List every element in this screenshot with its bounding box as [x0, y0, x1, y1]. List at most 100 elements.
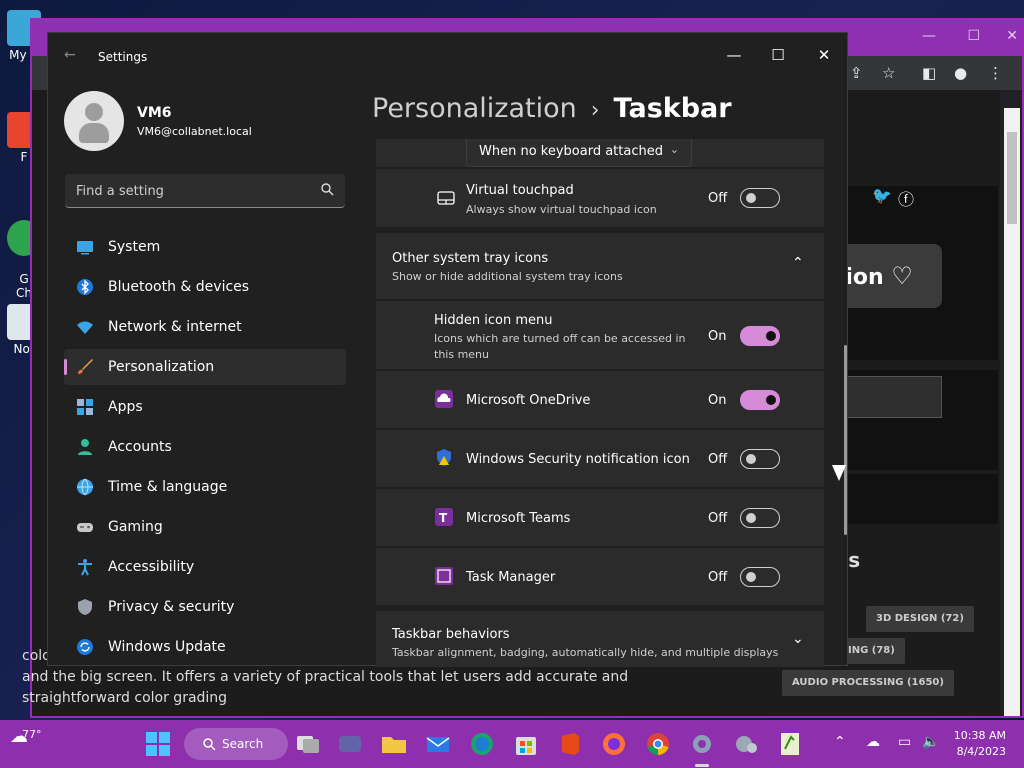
nav-item-network[interactable]: Network & internet — [64, 309, 346, 345]
tag-audio-processing[interactable]: AUDIO PROCESSING (1650) — [782, 670, 954, 696]
start-button[interactable] — [144, 730, 172, 758]
maximize-button[interactable]: ☐ — [967, 28, 980, 44]
chevron-down-icon: ⌄ — [669, 143, 679, 156]
control-panel-icon[interactable] — [732, 730, 760, 758]
settings-search-input[interactable]: Find a setting — [65, 174, 345, 208]
chrome-icon[interactable] — [644, 730, 672, 758]
star-icon[interactable]: ☆ — [882, 64, 895, 82]
notepad-plus-icon[interactable] — [776, 730, 804, 758]
breadcrumb: Personalization › Taskbar — [372, 93, 732, 124]
nav-item-gaming[interactable]: Gaming — [64, 509, 346, 545]
office-icon[interactable] — [556, 730, 584, 758]
nav-item-accounts[interactable]: Accounts — [64, 429, 346, 465]
breadcrumb-separator: › — [590, 98, 600, 123]
windows-security-icon — [437, 449, 451, 466]
nav-item-accessibility[interactable]: Accessibility — [64, 549, 346, 585]
teams-icon: T — [435, 508, 453, 526]
hidden-icon-menu-row: Hidden icon menu Icons which are turned … — [376, 301, 824, 369]
nav-item-bluetooth[interactable]: Bluetooth & devices — [64, 269, 346, 305]
minimize-button[interactable]: — — [719, 41, 749, 69]
virtual-touchpad-state: Off — [708, 191, 728, 206]
maximize-button[interactable]: ☐ — [763, 41, 793, 69]
facebook-icon[interactable]: ⓕ — [898, 186, 914, 210]
settings-titlebar: ← Settings — ☐ ✕ — [48, 33, 847, 77]
weather-widget[interactable]: ☁ 77° — [10, 726, 42, 747]
accounts-icon — [78, 439, 92, 455]
user-name: VM6 — [137, 105, 172, 121]
svg-text:T: T — [439, 511, 448, 525]
tag-3d-design[interactable]: 3D DESIGN (72) — [866, 606, 974, 632]
clock-time: 10:38 AM — [953, 729, 1006, 742]
wifi-icon — [77, 321, 93, 334]
hidden-menu-title: Hidden icon menu — [434, 313, 553, 328]
nav-item-windows-update[interactable]: Windows Update — [64, 629, 346, 665]
taskbar-behaviors-row[interactable]: Taskbar behaviors Taskbar alignment, bad… — [376, 611, 824, 667]
page-title: Taskbar — [613, 93, 732, 124]
sidebar-icon[interactable]: ◧ — [922, 64, 936, 82]
chevron-up-icon[interactable]: ⌃ — [792, 255, 804, 271]
teams-toggle[interactable] — [740, 508, 780, 528]
tray-app-name: Microsoft OneDrive — [466, 393, 591, 408]
scrollbar-thumb[interactable] — [1007, 132, 1017, 224]
settings-gear-icon[interactable] — [688, 730, 716, 758]
window-title: Settings — [98, 50, 148, 64]
taskbar-search[interactable]: Search — [184, 728, 288, 760]
hidden-menu-toggle[interactable] — [740, 326, 780, 346]
windows-security-toggle[interactable] — [740, 449, 780, 469]
share-icon[interactable]: ⇪ — [850, 64, 863, 82]
clock-date: 8/4/2023 — [956, 745, 1006, 758]
breadcrumb-parent[interactable]: Personalization — [372, 93, 577, 124]
close-button[interactable]: ✕ — [809, 41, 839, 69]
nav-item-system[interactable]: System — [64, 229, 346, 265]
firefox-icon[interactable] — [600, 730, 628, 758]
touchpad-icon — [437, 191, 455, 205]
keyboard-dropdown[interactable]: When no keyboard attached ⌄ — [466, 139, 692, 167]
nav-item-time-language[interactable]: Time & language — [64, 469, 346, 505]
onedrive-toggle[interactable] — [740, 390, 780, 410]
hidden-menu-subtitle: Icons which are turned off can be access… — [434, 332, 686, 361]
search-icon — [321, 183, 334, 196]
other-tray-icons-header[interactable]: Other system tray icons Show or hide add… — [376, 233, 824, 299]
nav-item-privacy[interactable]: Privacy & security — [64, 589, 346, 625]
behaviors-title: Taskbar behaviors — [392, 627, 510, 642]
taskbar: ☁ 77° Search ⌃ ☁ ▭ 🔈 10:38 AM 8/4/2023 — [0, 720, 1024, 768]
file-explorer-icon[interactable] — [380, 730, 408, 758]
user-email: VM6@collabnet.local — [137, 125, 252, 138]
search-icon — [203, 738, 216, 751]
onedrive-tray-icon[interactable]: ☁ — [866, 734, 880, 750]
minimize-button[interactable]: — — [922, 28, 936, 44]
brush-icon — [78, 359, 93, 374]
system-icon — [77, 241, 93, 255]
task-view-icon[interactable] — [294, 730, 322, 758]
clock[interactable]: 10:38 AM 8/4/2023 — [954, 728, 1006, 760]
gamepad-icon — [77, 523, 93, 532]
volume-icon[interactable]: 🔈 — [922, 734, 939, 750]
active-app-indicator — [695, 764, 709, 767]
twitter-icon[interactable]: 🐦 — [872, 186, 892, 205]
virtual-touchpad-row: Virtual touchpad Always show virtual tou… — [376, 169, 824, 227]
edge-icon[interactable] — [468, 730, 496, 758]
virtual-touchpad-subtitle: Always show virtual touchpad icon — [466, 203, 657, 216]
nav-item-personalization[interactable]: Personalization — [64, 349, 346, 385]
shield-icon — [78, 599, 92, 615]
chevron-down-icon[interactable]: ⌄ — [792, 631, 804, 647]
search-placeholder: Find a setting — [76, 184, 164, 199]
browser-scrollbar[interactable] — [1004, 108, 1020, 716]
nav-item-apps[interactable]: Apps — [64, 389, 346, 425]
mail-icon[interactable] — [424, 730, 452, 758]
store-icon[interactable] — [512, 730, 540, 758]
tray-app-row: Windows Security notification icon Off — [376, 430, 824, 487]
tag-ing[interactable]: ING (78) — [838, 638, 905, 664]
update-icon — [77, 639, 93, 655]
profile-icon[interactable]: ● — [954, 64, 967, 82]
teams-chat-icon[interactable] — [336, 730, 364, 758]
menu-icon[interactable]: ⋮ — [988, 64, 1003, 82]
network-icon[interactable]: ▭ — [898, 734, 911, 750]
back-arrow-icon[interactable]: ← — [64, 47, 76, 63]
virtual-touchpad-toggle[interactable] — [740, 188, 780, 208]
close-button[interactable]: ✕ — [1006, 28, 1018, 44]
tray-app-name: Windows Security notification icon — [466, 452, 690, 467]
chevron-up-icon[interactable]: ⌃ — [834, 734, 846, 750]
task-manager-toggle[interactable] — [740, 567, 780, 587]
settings-scrollbar[interactable] — [844, 345, 847, 535]
